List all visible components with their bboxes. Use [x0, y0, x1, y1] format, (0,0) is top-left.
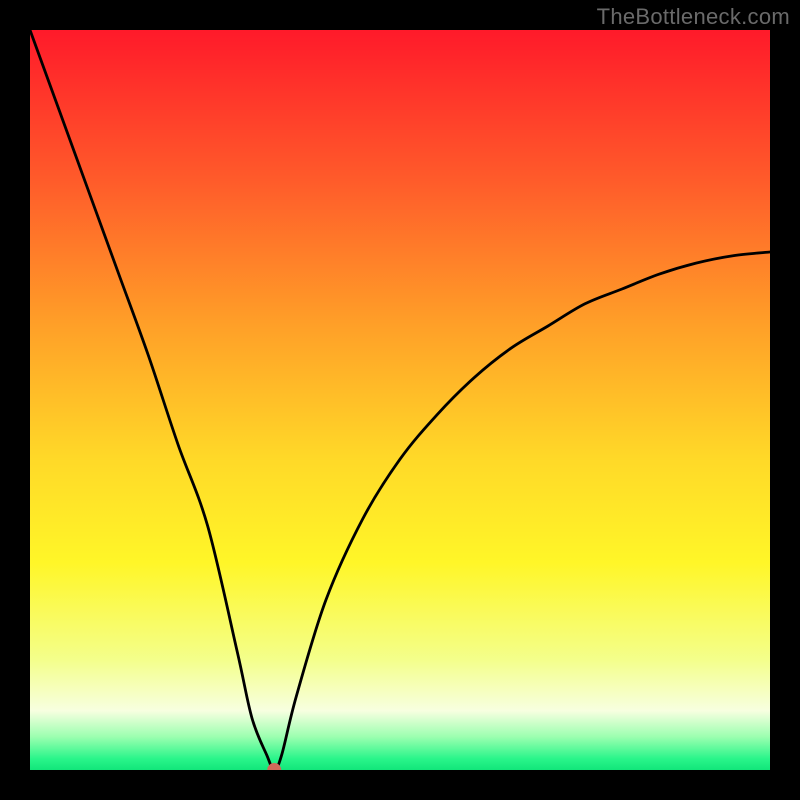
attribution-watermark: TheBottleneck.com: [597, 4, 790, 30]
plot-svg: [30, 30, 770, 770]
chart-frame: TheBottleneck.com: [0, 0, 800, 800]
plot-area: [30, 30, 770, 770]
gradient-background: [30, 30, 770, 770]
